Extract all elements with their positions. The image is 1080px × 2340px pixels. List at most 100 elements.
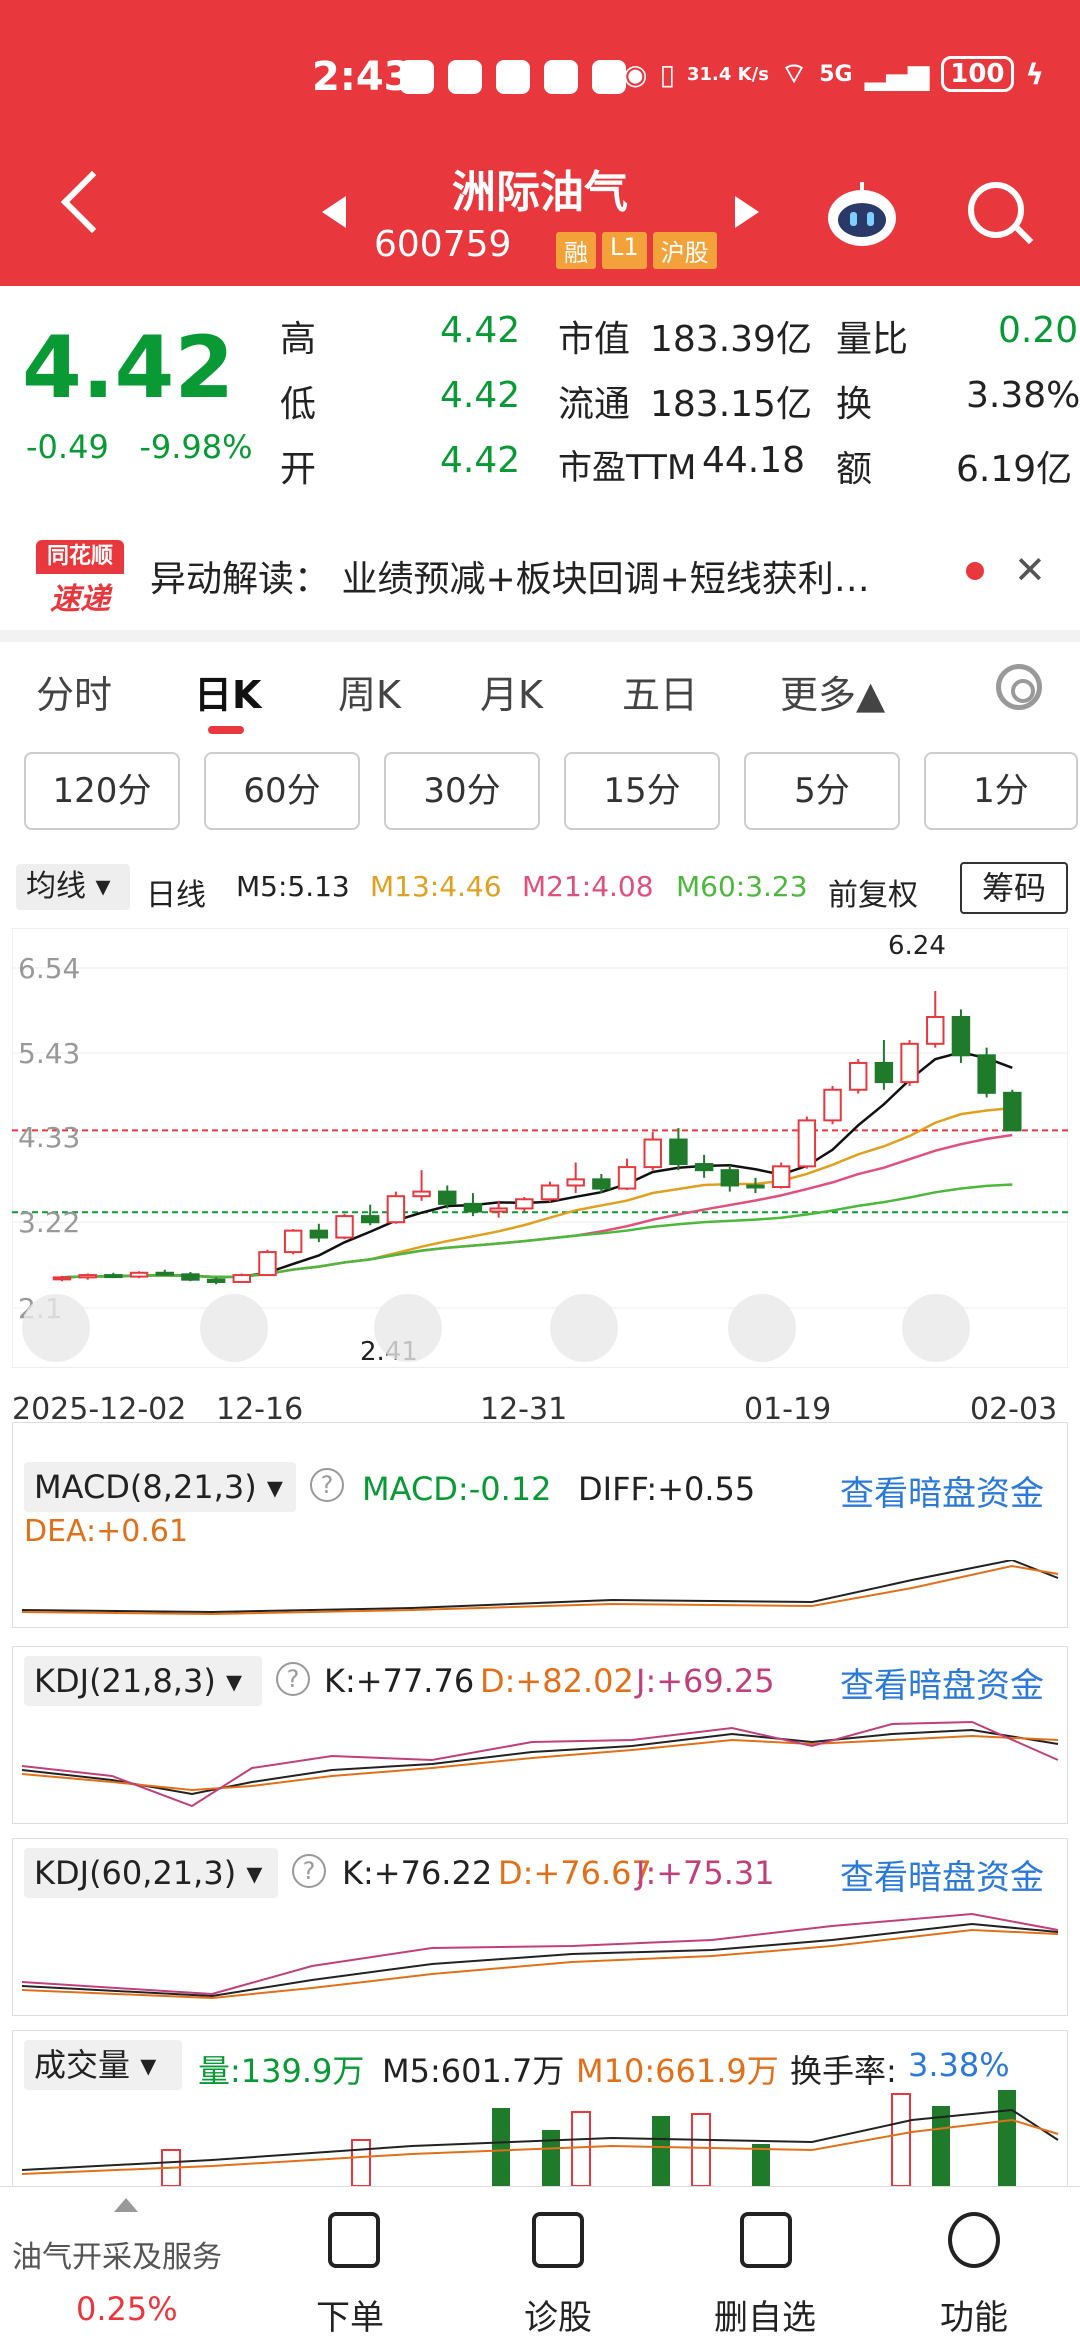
period-120m[interactable]: 120分 (24, 752, 180, 830)
period-15m[interactable]: 15分 (564, 752, 720, 830)
sector-name[interactable]: 油气开采及服务 (12, 2232, 222, 2276)
nav-diagnose[interactable]: 诊股 (524, 2290, 592, 2339)
next-stock-icon[interactable] (735, 196, 759, 228)
candle-body (823, 1088, 842, 1122)
candle-body (848, 1061, 868, 1091)
price-change: -0.49 -9.98% (26, 428, 253, 466)
candle-body (746, 1184, 765, 1189)
period-5m[interactable]: 5分 (744, 752, 900, 830)
candle-body (412, 1190, 431, 1198)
macd-dropdown[interactable]: MACD(8,21,3) ▾ (24, 1462, 296, 1512)
adjust-type[interactable]: 前复权 (828, 870, 918, 914)
change-percent: -9.98% (139, 428, 253, 466)
scroll-left-icon[interactable] (550, 1294, 618, 1362)
signal-icon: ▂▄▆ (864, 57, 930, 91)
quote-label: 额 (836, 449, 873, 490)
tab-intraday[interactable]: 分时 (36, 664, 112, 719)
zoom-in-icon[interactable] (200, 1294, 268, 1362)
kdj1-d: D:+82.02 (480, 1662, 634, 1700)
tab-five-day[interactable]: 五日 (622, 664, 698, 719)
close-icon[interactable]: ✕ (1014, 548, 1046, 592)
kdj1-dropdown[interactable]: KDJ(21,8,3) ▾ (24, 1656, 262, 1706)
period-30m[interactable]: 30分 (384, 752, 540, 830)
news-bar[interactable]: 同花顺 速递 异动解读： 业绩预减+板块回调+短线获利… (0, 520, 1080, 630)
tab-more[interactable]: 更多▲ (780, 664, 885, 719)
news-headline[interactable]: 异动解读： 业绩预减+板块回调+短线获利… (150, 550, 950, 602)
candle-body (155, 1271, 174, 1276)
app-header: 2:43 ◉ ▯ 31.4 K/s ⌔ 5G ▂▄▆ 100 ϟ 洲际油气 60… (0, 0, 1080, 286)
kdj2-j: J:+75.31 (636, 1854, 775, 1892)
y-tick: 5.43 (18, 1037, 80, 1070)
current-price: 4.42 (22, 318, 235, 418)
quote-label: 流通 (558, 384, 631, 425)
tab-monthly-k[interactable]: 月K (480, 664, 543, 719)
candle-body (489, 1207, 508, 1213)
back-icon[interactable] (60, 170, 124, 234)
dea-value: DEA:+0.61 (24, 1514, 189, 1549)
tab-daily-k[interactable]: 日K (194, 664, 261, 719)
kdj2-dropdown[interactable]: KDJ(60,21,3) ▾ (24, 1848, 278, 1898)
nav-remove-watchlist[interactable]: 删自选 (714, 2290, 816, 2339)
tab-weekly-k[interactable]: 周K (338, 664, 401, 719)
remove-watchlist-icon[interactable] (740, 2212, 792, 2268)
kdj1-chart (21, 1720, 1059, 1808)
turnover-label: 换手率: (790, 2052, 897, 2090)
candle-body (617, 1166, 637, 1190)
unread-dot-icon (966, 562, 984, 580)
app-notification-icon (496, 60, 530, 94)
macd-value: MACD:-0.12 (362, 1470, 552, 1508)
candle-body (515, 1198, 534, 1210)
expand-up-icon[interactable] (114, 2198, 138, 2212)
order-icon[interactable] (328, 2212, 380, 2268)
ma-type-dropdown[interactable]: 均线 ▾ (16, 864, 130, 910)
ma5-value: M5:5.13 (236, 870, 350, 903)
quote-value: 4.42 (440, 310, 521, 351)
prev-stock-icon[interactable] (322, 196, 346, 228)
volume-dropdown[interactable]: 成交量 ▾ (24, 2040, 182, 2090)
charging-icon: ϟ (1025, 57, 1044, 91)
candle-body (386, 1195, 406, 1224)
line-type: 日线 (146, 878, 206, 913)
help-icon[interactable]: ? (292, 1854, 326, 1888)
quote-value: 0.20 (998, 310, 1079, 351)
help-icon[interactable]: ? (276, 1662, 310, 1696)
ma-type-label: 均线 (26, 869, 86, 904)
notification-icons (400, 60, 626, 94)
nav-order[interactable]: 下单 (316, 2290, 384, 2339)
y-tick: 3.22 (18, 1206, 80, 1239)
period-60m[interactable]: 60分 (204, 752, 360, 830)
network-type: 5G (819, 61, 853, 87)
badge-level: L1 (602, 232, 647, 269)
diagnose-icon[interactable] (532, 2212, 584, 2268)
candle-body (951, 1016, 971, 1057)
robot-assistant-icon[interactable] (822, 180, 902, 250)
macd-label: MACD(8,21,3) (34, 1468, 257, 1506)
chips-button[interactable]: 筹码 (960, 862, 1068, 914)
nav-functions[interactable]: 功能 (940, 2290, 1008, 2339)
dark-pool-link[interactable]: 查看暗盘资金 (840, 1850, 1044, 1899)
zoom-out-icon[interactable] (374, 1294, 442, 1362)
quote-label: 高 (280, 319, 317, 360)
volume-label: 成交量 (34, 2046, 131, 2084)
wifi-icon: ⌔ (780, 56, 808, 90)
function-menu-icon[interactable] (948, 2212, 1000, 2268)
candle-body (592, 1178, 611, 1190)
dark-pool-link[interactable]: 查看暗盘资金 (840, 1658, 1044, 1707)
candle-body (977, 1054, 996, 1094)
y-tick: 4.33 (18, 1121, 80, 1154)
help-icon[interactable]: ? (310, 1468, 344, 1502)
kdj2-k: K:+76.22 (342, 1854, 493, 1892)
search-icon[interactable] (968, 182, 1024, 238)
settings-icon[interactable] (996, 664, 1042, 710)
dark-pool-link[interactable]: 查看暗盘资金 (840, 1466, 1044, 1515)
candle-body (78, 1274, 97, 1279)
rewind-icon[interactable] (22, 1294, 90, 1362)
fullscreen-icon[interactable] (902, 1294, 970, 1362)
candle-body (309, 1229, 329, 1239)
status-time: 2:43 (312, 54, 412, 100)
stock-code: 600759 (374, 224, 512, 265)
candle-body (360, 1215, 380, 1224)
period-1m[interactable]: 1分 (924, 752, 1078, 830)
candlestick-chart[interactable]: 6.545.434.333.222.1 6.24 2.41 (12, 928, 1068, 1368)
scroll-right-icon[interactable] (728, 1294, 796, 1362)
